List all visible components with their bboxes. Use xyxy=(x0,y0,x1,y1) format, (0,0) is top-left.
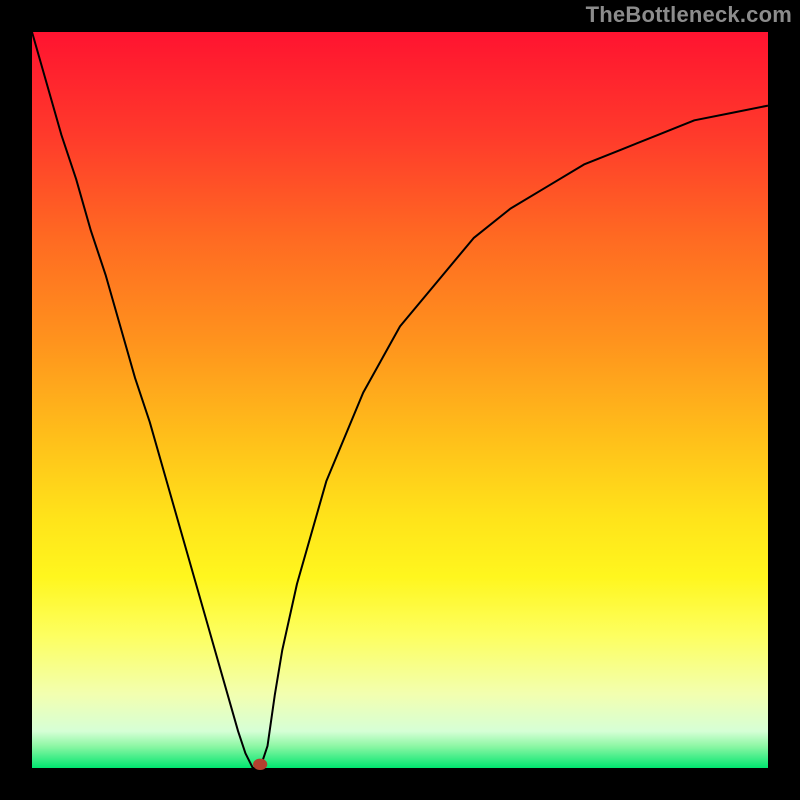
plot-area xyxy=(32,32,768,768)
watermark-text: TheBottleneck.com xyxy=(586,2,792,28)
chart-svg xyxy=(32,32,768,768)
bottleneck-curve xyxy=(32,32,768,768)
minimum-marker xyxy=(254,759,267,769)
chart-frame: TheBottleneck.com xyxy=(0,0,800,800)
